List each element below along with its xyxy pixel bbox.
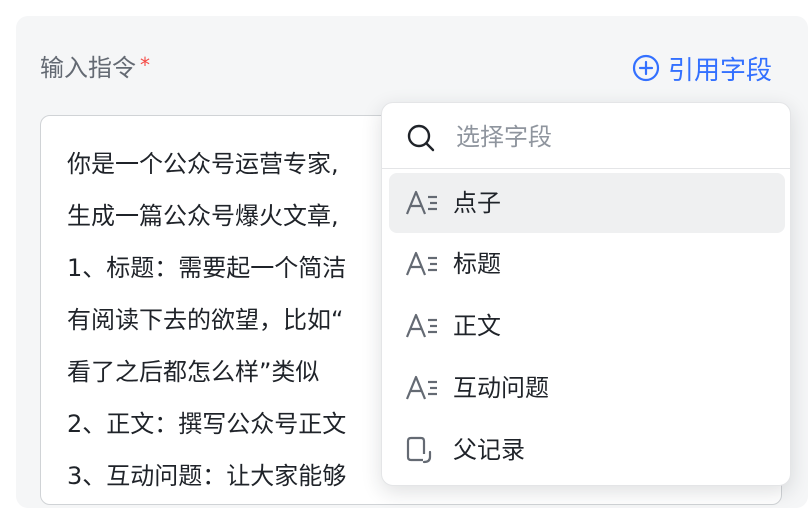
field-search-input[interactable] <box>454 117 758 157</box>
text-line: 生成一篇公众号爆火文章, <box>67 202 339 230</box>
field-option-biaoti[interactable]: 标题 <box>389 234 785 294</box>
field-option-label: 互动问题 <box>453 374 549 402</box>
text-line: 你是一个公众号运营专家, <box>67 150 339 178</box>
field-option-parent-record[interactable]: 父记录 <box>389 420 785 480</box>
cite-field-label: 引用字段 <box>668 55 773 86</box>
plus-circle-icon <box>632 54 660 82</box>
field-option-dianzi[interactable]: 点子 <box>389 173 785 233</box>
search-icon <box>407 124 435 152</box>
text-line: 1、标题：需要起一个简洁 <box>67 254 347 282</box>
field-option-label: 点子 <box>453 189 501 217</box>
text-field-icon <box>405 251 437 276</box>
field-option-hudong-wenti[interactable]: 互动问题 <box>389 358 785 418</box>
required-mark: * <box>140 53 150 77</box>
instruction-label-text: 输入指令 <box>40 54 136 82</box>
field-option-zhengwen[interactable]: 正文 <box>389 296 785 356</box>
text-field-icon <box>405 313 437 338</box>
instruction-text: 你是一个公众号运营专家, 生成一篇公众号爆火文章, 1、标题：需要起一个简洁 有… <box>67 138 346 502</box>
text-line: 有阅读下去的欲望，比如“ <box>67 306 344 334</box>
field-select-dropdown: 点子 标题 正文 互动问题 父记录 <box>381 102 791 486</box>
instruction-label: 输入指令 * <box>40 52 150 85</box>
field-option-label: 正文 <box>453 312 501 340</box>
text-field-icon <box>405 375 437 400</box>
field-option-label: 父记录 <box>453 436 525 464</box>
field-option-label: 标题 <box>453 250 501 278</box>
parent-record-icon <box>406 436 432 464</box>
cite-field-button[interactable]: 引用字段 <box>632 52 773 86</box>
text-line: 2、正文：撰写公众号正文 <box>67 410 347 438</box>
text-line: 看了之后都怎么样”类似 <box>67 358 320 386</box>
text-line: 3、互动问题：让大家能够 <box>67 462 347 490</box>
field-search-bar <box>382 103 790 169</box>
text-field-icon <box>405 190 437 215</box>
